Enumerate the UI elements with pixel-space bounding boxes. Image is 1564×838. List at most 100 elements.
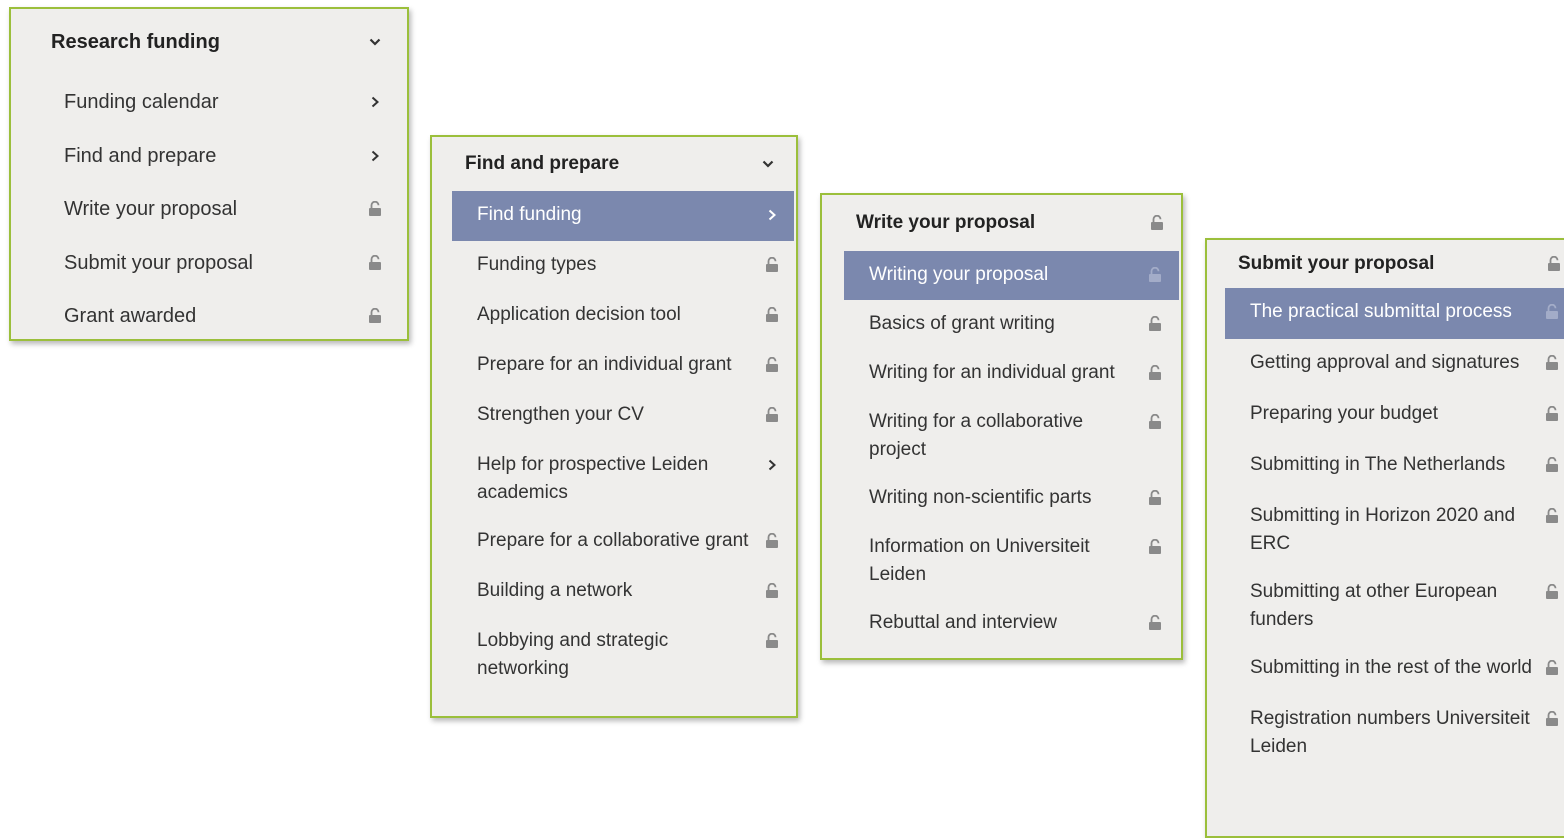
menu-item-writing-individual-grant[interactable]: Writing for an individual grant [844,349,1179,398]
menu-item-information-universiteit-leiden[interactable]: Information on Universiteit Leiden [844,523,1179,599]
lock-icon [1544,250,1564,278]
lock-icon [1542,451,1562,479]
menu-item-label: Building a network [477,580,633,601]
menu-item-label: Funding calendar [64,91,219,113]
menu-item-label: The practical submittal process [1250,301,1512,322]
research-funding-header[interactable]: Research funding [11,9,407,75]
menu-item-preparing-budget[interactable]: Preparing your budget [1225,390,1564,441]
lock-icon [762,351,782,379]
menu-items: Writing your proposal Basics of grant wr… [844,251,1179,648]
lock-icon [1542,298,1562,326]
menu-item-prepare-collaborative-grant[interactable]: Prepare for a collaborative grant [452,517,794,567]
menu-item-find-and-prepare[interactable]: Find and prepare [11,129,407,183]
menu-item-prepare-individual-grant[interactable]: Prepare for an individual grant [452,341,794,391]
menu-item-lobbying-networking[interactable]: Lobbying and strategic networking [452,617,794,693]
menu-item-building-network[interactable]: Building a network [452,567,794,617]
find-and-prepare-menu: Find and prepare Find funding Funding ty… [430,135,798,718]
menu-item-label: Application decision tool [477,304,681,325]
menu-item-label: Information on Universiteit Leiden [869,536,1090,585]
panel-title: Submit your proposal [1238,253,1435,274]
menu-item-label: Lobbying and strategic networking [477,630,669,679]
menu-item-label: Writing for a collaborative project [869,411,1084,460]
submit-your-proposal-menu: Submit your proposal The practical submi… [1205,238,1564,838]
chevron-down-icon[interactable] [758,150,778,178]
menu-items: Find funding Funding types Application d… [452,191,794,693]
lock-icon [1145,261,1165,289]
menu-items: Funding calendar Find and prepare Write … [11,75,407,339]
menu-item-help-prospective-academics[interactable]: Help for prospective Leiden academics [452,441,794,517]
menu-item-label: Grant awarded [64,305,197,327]
menu-item-submitting-european-funders[interactable]: Submitting at other European funders [1225,568,1564,644]
menu-item-basics-grant-writing[interactable]: Basics of grant writing [844,300,1179,349]
lock-icon [1145,408,1165,436]
menu-item-label: Registration numbers Universiteit Leiden [1250,708,1530,757]
menu-item-label: Writing your proposal [869,264,1049,285]
lock-icon [762,527,782,555]
lock-icon [365,302,385,330]
panel-title: Find and prepare [465,153,620,174]
menu-item-submitting-netherlands[interactable]: Submitting in The Netherlands [1225,441,1564,492]
lock-icon [1542,705,1562,733]
menu-item-practical-submittal-process[interactable]: The practical submittal process [1225,288,1564,339]
menu-item-label: Getting approval and signatures [1250,352,1520,373]
submit-your-proposal-header[interactable]: Submit your proposal [1207,240,1564,288]
lock-icon [1542,349,1562,377]
menu-item-write-your-proposal[interactable]: Write your proposal [11,182,407,236]
menu-item-label: Help for prospective Leiden academics [477,454,709,503]
menu-item-grant-awarded[interactable]: Grant awarded [11,289,407,339]
lock-icon [1542,400,1562,428]
lock-icon [762,251,782,279]
menu-item-label: Basics of grant writing [869,313,1055,334]
menu-item-submitting-horizon-2020[interactable]: Submitting in Horizon 2020 and ERC [1225,492,1564,568]
menu-item-strengthen-cv[interactable]: Strengthen your CV [452,391,794,441]
menu-item-label: Writing non-scientific parts [869,487,1092,508]
research-funding-menu: Research funding Funding calendar Find a… [9,7,409,341]
menu-item-funding-calendar[interactable]: Funding calendar [11,75,407,129]
lock-icon [365,249,385,277]
menu-item-label: Write your proposal [64,198,238,220]
menu-item-writing-collaborative-project[interactable]: Writing for a collaborative project [844,398,1179,474]
lock-icon [1147,209,1167,237]
chevron-down-icon[interactable] [365,28,385,56]
menu-item-approval-signatures[interactable]: Getting approval and signatures [1225,339,1564,390]
menu-item-label: Submitting in The Netherlands [1250,454,1506,475]
menu-item-rebuttal-interview[interactable]: Rebuttal and interview [844,599,1179,648]
lock-icon [762,301,782,329]
menu-item-label: Writing for an individual grant [869,362,1115,383]
lock-icon [1145,310,1165,338]
panel-title: Research funding [51,30,220,53]
find-and-prepare-header[interactable]: Find and prepare [432,137,796,191]
lock-icon [1145,609,1165,637]
menu-item-submitting-rest-of-world[interactable]: Submitting in the rest of the world [1225,644,1564,695]
menu-item-label: Funding types [477,254,597,275]
menu-item-registration-numbers[interactable]: Registration numbers Universiteit Leiden [1225,695,1564,771]
menu-item-label: Preparing your budget [1250,403,1439,424]
menu-item-writing-non-scientific[interactable]: Writing non-scientific parts [844,474,1179,523]
menu-item-writing-your-proposal[interactable]: Writing your proposal [844,251,1179,300]
menu-item-label: Submitting in the rest of the world [1250,657,1532,678]
write-your-proposal-menu: Write your proposal Writing your proposa… [820,193,1183,660]
lock-icon [762,577,782,605]
chevron-right-icon [365,88,385,116]
write-your-proposal-header[interactable]: Write your proposal [822,195,1181,251]
menu-item-label: Prepare for a collaborative grant [477,530,749,551]
menu-item-funding-types[interactable]: Funding types [452,241,794,291]
menu-item-submit-your-proposal[interactable]: Submit your proposal [11,236,407,290]
menu-items: The practical submittal process Getting … [1225,288,1564,771]
chevron-right-icon [365,142,385,170]
lock-icon [762,401,782,429]
lock-icon [1145,359,1165,387]
lock-icon [1542,502,1562,530]
panel-title: Write your proposal [856,212,1036,233]
menu-item-label: Find funding [477,204,582,225]
lock-icon [1145,484,1165,512]
menu-item-find-funding[interactable]: Find funding [452,191,794,241]
menu-item-application-decision-tool[interactable]: Application decision tool [452,291,794,341]
lock-icon [1145,533,1165,561]
lock-icon [365,195,385,223]
menu-item-label: Submitting at other European funders [1250,581,1498,630]
menu-item-label: Strengthen your CV [477,404,644,425]
menu-item-label: Prepare for an individual grant [477,354,732,375]
menu-item-label: Submitting in Horizon 2020 and ERC [1250,505,1516,554]
chevron-right-icon [762,201,782,229]
